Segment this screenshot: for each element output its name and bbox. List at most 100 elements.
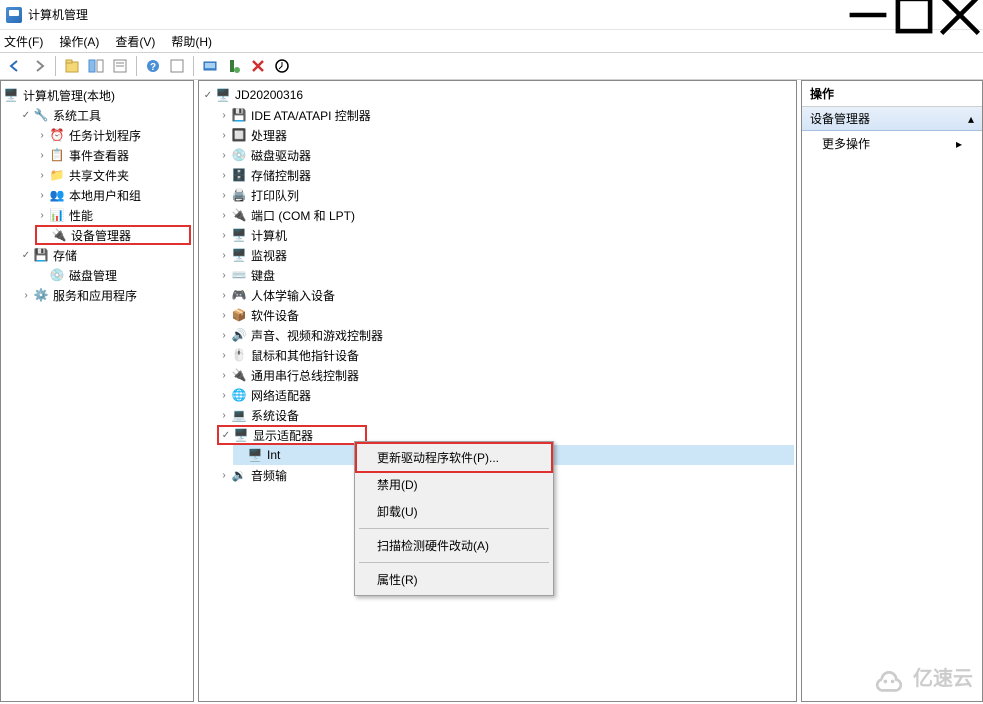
collapse-arrow-icon: ▴ [968,112,974,126]
tree-storage[interactable]: ✓💾存储 [19,245,191,265]
menu-help[interactable]: 帮助(H) [171,33,212,50]
tree-tasksch[interactable]: ›⏰任务计划程序 [35,125,191,145]
tree-devicemgr[interactable]: 🔌设备管理器 [35,225,191,245]
actions-section[interactable]: 设备管理器 ▴ [802,107,982,131]
sound-icon: 🔊 [231,327,247,343]
mouse-icon: 🖱️ [231,347,247,363]
perf-icon: 📊 [49,207,65,223]
sysdev-icon: 💻 [231,407,247,423]
dev-usb[interactable]: ›🔌通用串行总线控制器 [217,365,794,385]
network-icon: 🌐 [231,387,247,403]
devmgr-icon: 🔌 [51,227,67,243]
maximize-button[interactable] [891,0,937,30]
computer-icon: 🖥️ [231,227,247,243]
ide-icon: 💾 [231,107,247,123]
tree-systools[interactable]: ✓🔧系统工具 [19,105,191,125]
tree-sharedfolders[interactable]: ›📁共享文件夹 [35,165,191,185]
dev-cpu[interactable]: ›🔲处理器 [217,125,794,145]
share-icon: 📁 [49,167,65,183]
help-button[interactable]: ? [142,55,164,77]
context-menu: 更新驱动程序软件(P)... 禁用(D) 卸载(U) 扫描检测硬件改动(A) 属… [354,441,554,596]
expand-icon[interactable]: › [35,210,49,221]
dev-disk[interactable]: ›💿磁盘驱动器 [217,145,794,165]
center-device-panel: ✓🖥️JD20200316 ›💾IDE ATA/ATAPI 控制器 ›🔲处理器 … [198,80,797,702]
expand-icon[interactable]: › [35,130,49,141]
display-icon: 🖥️ [233,427,249,443]
title-bar: 计算机管理 [0,0,983,30]
refresh-button[interactable] [166,55,188,77]
dev-hid[interactable]: ›🎮人体学输入设备 [217,285,794,305]
show-hide-button[interactable] [85,55,107,77]
menu-bar: 文件(F) 操作(A) 查看(V) 帮助(H) [0,30,983,52]
pc-icon: 🖥️ [215,87,231,103]
dev-sound[interactable]: ›🔊声音、视频和游戏控制器 [217,325,794,345]
ctx-scan[interactable]: 扫描检测硬件改动(A) [357,532,551,559]
watermark: 亿速云 [871,658,973,694]
tree-eventviewer[interactable]: ›📋事件查看器 [35,145,191,165]
monitor-icon: 🖥️ [231,247,247,263]
audio-icon: 🔉 [231,467,247,483]
collapse-icon[interactable]: ✓ [19,250,33,261]
menu-view[interactable]: 查看(V) [115,33,155,50]
dev-network[interactable]: ›🌐网络适配器 [217,385,794,405]
tree-diskmgmt[interactable]: 💿磁盘管理 [35,265,191,285]
disk-icon: 💿 [49,267,65,283]
dev-mouse[interactable]: ›🖱️鼠标和其他指针设备 [217,345,794,365]
properties-button[interactable] [109,55,131,77]
cpu-icon: 🔲 [231,127,247,143]
dev-ports[interactable]: ›🔌端口 (COM 和 LPT) [217,205,794,225]
menu-action[interactable]: 操作(A) [59,33,99,50]
users-icon: 👥 [49,187,65,203]
ctx-properties[interactable]: 属性(R) [357,566,551,593]
tree-services[interactable]: ›⚙️服务和应用程序 [19,285,191,305]
keyboard-icon: ⌨️ [231,267,247,283]
dev-display[interactable]: ✓🖥️显示适配器 [217,425,367,445]
up-button[interactable] [61,55,83,77]
tree-localusers[interactable]: ›👥本地用户和组 [35,185,191,205]
services-icon: ⚙️ [33,287,49,303]
collapse-icon[interactable]: ✓ [19,110,33,121]
close-button[interactable] [937,0,983,30]
expand-icon[interactable]: › [35,170,49,181]
minimize-button[interactable] [845,0,891,30]
left-tree-panel: 🖥️计算机管理(本地) ✓🔧系统工具 ›⏰任务计划程序 ›📋事件查看器 ›📁共享… [0,80,194,702]
actions-more[interactable]: 更多操作 ▸ [802,131,982,156]
collapse-icon[interactable]: ✓ [201,90,215,101]
menu-file[interactable]: 文件(F) [4,33,43,50]
tree-root[interactable]: 🖥️计算机管理(本地) [3,85,191,105]
dev-keyboard[interactable]: ›⌨️键盘 [217,265,794,285]
ctx-uninstall[interactable]: 卸载(U) [357,498,551,525]
back-button[interactable] [4,55,26,77]
dev-monitor[interactable]: ›🖥️监视器 [217,245,794,265]
update-button[interactable] [271,55,293,77]
collapse-icon[interactable]: ✓ [219,430,233,441]
dev-sysdev[interactable]: ›💻系统设备 [217,405,794,425]
actions-panel: 操作 设备管理器 ▴ 更多操作 ▸ [801,80,983,702]
submenu-arrow-icon: ▸ [956,137,962,151]
add-button[interactable] [223,55,245,77]
expand-icon[interactable]: › [19,290,33,301]
software-icon: 📦 [231,307,247,323]
dev-storage[interactable]: ›🗄️存储控制器 [217,165,794,185]
svg-text:?: ? [150,62,156,73]
dev-printq[interactable]: ›🖨️打印队列 [217,185,794,205]
ctx-disable[interactable]: 禁用(D) [357,471,551,498]
delete-button[interactable] [247,55,269,77]
usb-icon: 🔌 [231,367,247,383]
event-icon: 📋 [49,147,65,163]
dev-ide[interactable]: ›💾IDE ATA/ATAPI 控制器 [217,105,794,125]
toolbar: ? [0,52,983,80]
forward-button[interactable] [28,55,50,77]
dev-software[interactable]: ›📦软件设备 [217,305,794,325]
tree-performance[interactable]: ›📊性能 [35,205,191,225]
expand-icon[interactable]: › [35,150,49,161]
tools-icon: 🔧 [33,107,49,123]
dev-computer[interactable]: ›🖥️计算机 [217,225,794,245]
ctx-update-driver[interactable]: 更新驱动程序软件(P)... [355,442,553,473]
expand-icon[interactable]: › [35,190,49,201]
device-root[interactable]: ✓🖥️JD20200316 [201,85,794,105]
storage-icon: 💾 [33,247,49,263]
scan-button[interactable] [199,55,221,77]
app-icon [6,7,22,23]
hid-icon: 🎮 [231,287,247,303]
